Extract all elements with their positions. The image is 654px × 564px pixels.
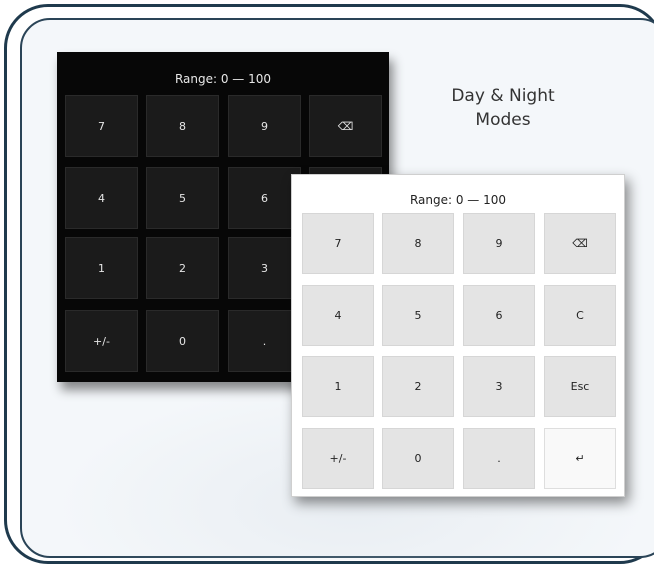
key-4[interactable]: 4 <box>302 285 374 346</box>
numpad-light: Range: 0 — 100 7 8 9 ⌫ 4 5 6 C 1 2 3 Esc… <box>291 174 625 497</box>
key-1[interactable]: 1 <box>65 237 138 299</box>
key-9[interactable]: 9 <box>463 213 535 274</box>
backspace-key[interactable]: ⌫ <box>309 95 382 157</box>
key-5[interactable]: 5 <box>382 285 454 346</box>
caption: Day & Night Modes <box>414 84 592 132</box>
clear-key[interactable]: C <box>544 285 616 346</box>
key-0[interactable]: 0 <box>146 310 219 372</box>
escape-key[interactable]: Esc <box>544 356 616 417</box>
key-0[interactable]: 0 <box>382 428 454 489</box>
enter-key[interactable]: ↵ <box>544 428 616 489</box>
sign-toggle-key[interactable]: +/- <box>302 428 374 489</box>
range-label: Range: 0 — 100 <box>174 72 272 86</box>
key-1[interactable]: 1 <box>302 356 374 417</box>
key-7[interactable]: 7 <box>65 95 138 157</box>
key-3[interactable]: 3 <box>463 356 535 417</box>
key-6[interactable]: 6 <box>463 285 535 346</box>
key-8[interactable]: 8 <box>146 95 219 157</box>
key-2[interactable]: 2 <box>382 356 454 417</box>
caption-line-2: Modes <box>475 110 531 130</box>
caption-line-1: Day & Night <box>451 86 555 106</box>
key-8[interactable]: 8 <box>382 213 454 274</box>
key-2[interactable]: 2 <box>146 237 219 299</box>
key-4[interactable]: 4 <box>65 167 138 229</box>
range-label: Range: 0 — 100 <box>409 193 507 207</box>
key-7[interactable]: 7 <box>302 213 374 274</box>
key-9[interactable]: 9 <box>228 95 301 157</box>
decimal-key[interactable]: . <box>463 428 535 489</box>
sign-toggle-key[interactable]: +/- <box>65 310 138 372</box>
key-5[interactable]: 5 <box>146 167 219 229</box>
backspace-key[interactable]: ⌫ <box>544 213 616 274</box>
